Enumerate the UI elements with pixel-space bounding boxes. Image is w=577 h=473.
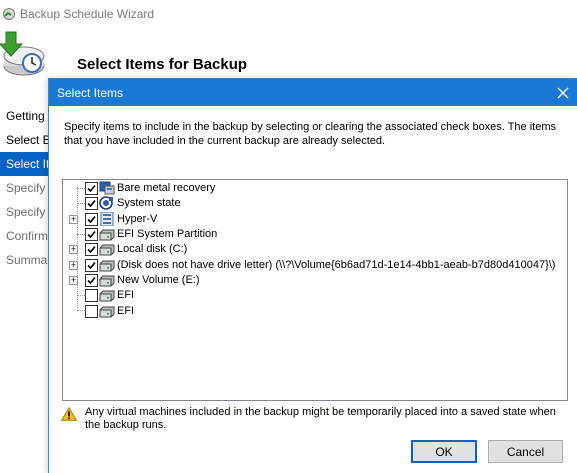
tree-item-label: EFI [117, 289, 135, 301]
ok-button[interactable]: OK [411, 440, 477, 463]
dialog-description: Specify items to include in the backup b… [64, 121, 557, 147]
expand-button[interactable]: + [69, 245, 78, 254]
tree-item-label: EFI System Partition [117, 228, 218, 240]
tree-item-volume-no-letter[interactable]: + (Disk does not have drive letter) (\\?… [63, 258, 567, 273]
checkbox[interactable] [85, 289, 98, 302]
backup-schedule-icon [0, 31, 45, 76]
tree-item-label: New Volume (E:) [117, 274, 200, 286]
tree-item-efi[interactable]: EFI [63, 288, 567, 303]
checkbox[interactable] [85, 182, 98, 195]
tree-item-efi-system-partition[interactable]: EFI System Partition [63, 227, 567, 242]
expand-button[interactable]: + [69, 215, 78, 224]
drive-icon [99, 290, 115, 302]
warning-message: Any virtual machines included in the bac… [85, 406, 556, 431]
drive-icon [99, 275, 115, 287]
wizard-steps: Getting S Select Ba Select Ite Specify B… [0, 104, 48, 272]
step-specify-destination[interactable]: Specify D [0, 200, 48, 224]
checkmark-icon [87, 261, 96, 270]
tree-item-system-state[interactable]: System state [63, 196, 567, 211]
drive-icon [99, 260, 115, 272]
close-button[interactable] [548, 79, 577, 106]
hyperv-icon [100, 212, 114, 226]
tree-item-label: EFI [117, 305, 135, 317]
step-specify-backup-time[interactable]: Specify B [0, 176, 48, 200]
tree-item-label: Hyper-V [117, 213, 158, 225]
tree-item-local-disk-c[interactable]: + Local disk (C:) [63, 242, 567, 257]
dialog-title: Select Items [57, 85, 124, 100]
bare-metal-icon [99, 181, 115, 195]
close-icon [557, 87, 569, 98]
step-select-items[interactable]: Select Ite [0, 152, 48, 176]
checkbox[interactable] [85, 213, 98, 226]
screen: Backup Schedule Wizard Select Items for … [0, 0, 577, 473]
items-tree[interactable]: Bare metal recovery System state + Hyper… [62, 179, 568, 401]
tree-item-hyper-v[interactable]: + Hyper-V [63, 212, 567, 227]
select-items-dialog: Select Items Specify items to include in… [48, 78, 577, 473]
drive-icon [99, 306, 115, 318]
wizard-titlebar: Backup Schedule Wizard [0, 0, 577, 28]
checkmark-icon [87, 230, 96, 239]
checkmark-icon [87, 184, 96, 193]
tree-item-bare-metal-recovery[interactable]: Bare metal recovery [63, 181, 567, 196]
tree-item-label: (Disk does not have drive letter) (\\?\V… [117, 259, 556, 271]
wizard-title: Backup Schedule Wizard [20, 7, 155, 21]
cancel-button[interactable]: Cancel [488, 440, 563, 463]
checkmark-icon [87, 199, 96, 208]
checkbox[interactable] [85, 197, 98, 210]
system-state-icon [99, 196, 113, 210]
tree-item-efi[interactable]: EFI [63, 304, 567, 319]
drive-icon [99, 244, 115, 256]
warning-icon [61, 407, 77, 421]
checkbox[interactable] [85, 243, 98, 256]
checkmark-icon [87, 245, 96, 254]
tree-item-label: Local disk (C:) [117, 243, 188, 255]
step-confirmation[interactable]: Confirm [0, 224, 48, 248]
step-summary[interactable]: Summar [0, 248, 48, 272]
expand-button[interactable]: + [69, 276, 78, 285]
dialog-titlebar: Select Items [49, 79, 577, 106]
checkmark-icon [87, 276, 96, 285]
tree-item-label: System state [117, 197, 181, 209]
step-select-backup-config[interactable]: Select Ba [0, 128, 48, 152]
checkmark-icon [87, 215, 96, 224]
checkbox[interactable] [85, 305, 98, 318]
backup-app-icon [3, 8, 15, 20]
checkbox[interactable] [85, 228, 98, 241]
tree-item-new-volume-e[interactable]: + New Volume (E:) [63, 273, 567, 288]
step-getting-started[interactable]: Getting S [0, 104, 48, 128]
expand-button[interactable]: + [69, 261, 78, 270]
checkbox[interactable] [85, 259, 98, 272]
tree-item-label: Bare metal recovery [117, 182, 216, 194]
drive-icon [99, 229, 115, 241]
checkbox[interactable] [85, 274, 98, 287]
wizard-heading: Select Items for Backup [77, 56, 248, 73]
